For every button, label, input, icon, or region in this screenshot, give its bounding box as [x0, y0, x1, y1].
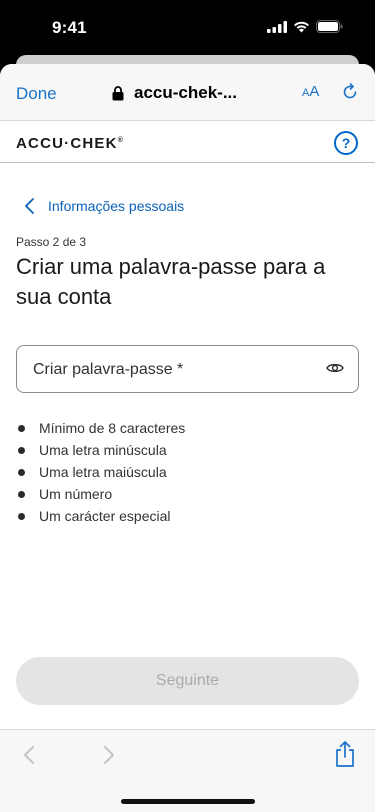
reload-icon[interactable] [340, 82, 360, 102]
password-field[interactable]: Criar palavra-passe * [16, 345, 359, 393]
home-indicator [121, 799, 255, 804]
requirement-label: Um carácter especial [39, 508, 171, 524]
requirement-item: Um número [18, 483, 185, 505]
requirement-label: Uma letra maiúscula [39, 464, 167, 480]
chevron-left-icon [25, 198, 34, 214]
requirement-label: Mínimo de 8 caracteres [39, 420, 186, 436]
cellular-signal-icon [267, 20, 287, 33]
eye-icon[interactable] [326, 361, 344, 375]
bullet-icon [18, 468, 25, 476]
logo-mark: ® [117, 137, 124, 144]
chevron-right-icon[interactable] [100, 744, 118, 766]
site-header: ACCU·CHEK® ? [0, 121, 375, 163]
bullet-icon [18, 512, 25, 520]
status-icons [267, 20, 343, 33]
lock-icon [112, 85, 124, 100]
next-button[interactable]: Seguinte [16, 657, 359, 705]
back-link-label: Informações pessoais [48, 198, 185, 214]
url-text: accu-chek-... [134, 83, 237, 102]
wifi-icon [294, 21, 309, 32]
text-size-button[interactable]: AA [302, 83, 319, 100]
requirement-item: Uma letra minúscula [18, 439, 185, 461]
accu-chek-logo[interactable]: ACCU·CHEK® [16, 135, 124, 152]
text-size-large-label: A [309, 83, 320, 100]
help-icon: ? [341, 135, 351, 151]
done-button[interactable]: Done [16, 84, 57, 104]
step-indicator: Passo 2 de 3 [16, 235, 87, 249]
password-requirements: Mínimo de 8 caracteres Uma letra minúscu… [18, 417, 185, 527]
url-bar[interactable]: accu-chek-... [112, 83, 237, 103]
bullet-icon [18, 490, 25, 498]
requirement-item: Mínimo de 8 caracteres [18, 417, 185, 439]
requirement-label: Um número [39, 486, 113, 502]
share-icon[interactable] [334, 740, 356, 768]
browser-bottom-toolbar [0, 729, 375, 812]
browser-top-bar: Done accu-chek-... AA [0, 64, 375, 121]
chevron-left-icon[interactable] [20, 744, 38, 766]
bullet-icon [18, 446, 25, 454]
bullet-icon [18, 424, 25, 432]
browser-sheet: Done accu-chek-... AA ACCU·CHEK® ? Infor… [0, 64, 375, 812]
status-bar: 9:41 [0, 0, 375, 56]
help-button[interactable]: ? [334, 131, 358, 155]
battery-icon [316, 20, 343, 33]
back-link[interactable]: Informações pessoais [20, 196, 184, 216]
logo-text: ACCU·CHEK [16, 135, 118, 152]
page-title: Criar uma palavra-passe para a sua conta [16, 254, 326, 309]
password-placeholder: Criar palavra-passe * [33, 361, 184, 378]
requirement-item: Um carácter especial [18, 505, 185, 527]
requirement-label: Uma letra minúscula [39, 442, 167, 458]
requirement-item: Uma letra maiúscula [18, 461, 185, 483]
status-time: 9:41 [52, 18, 87, 37]
